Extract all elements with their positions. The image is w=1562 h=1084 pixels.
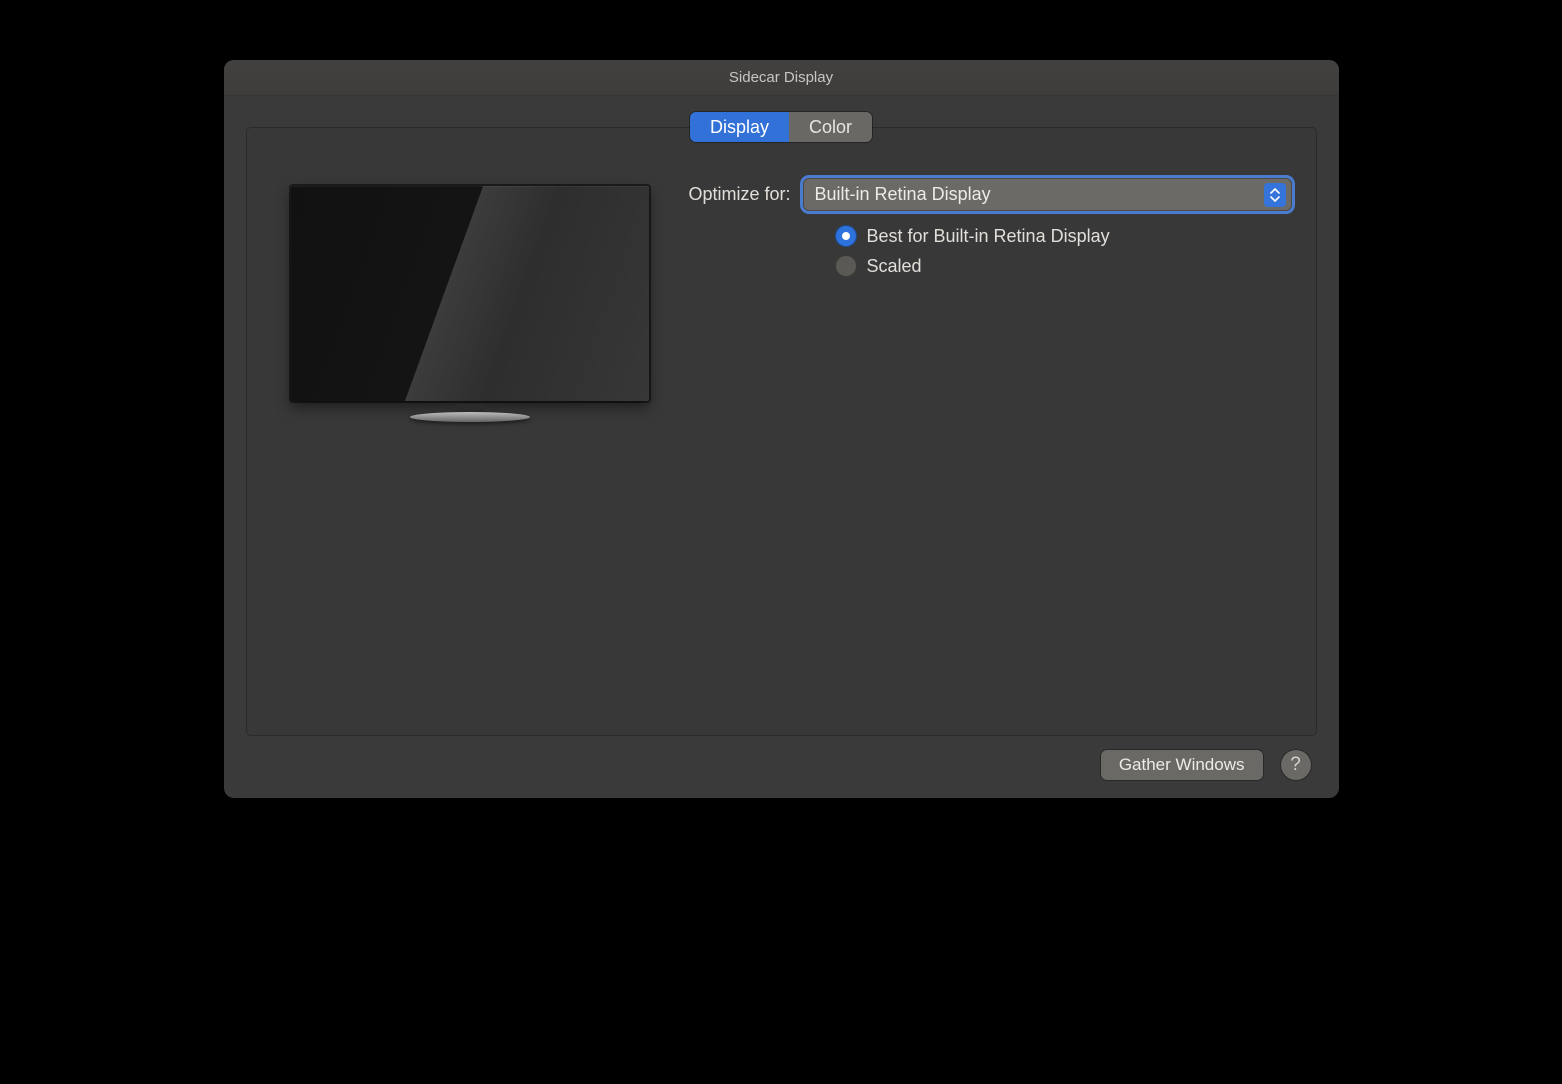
gather-windows-button[interactable]: Gather Windows xyxy=(1101,750,1263,780)
radio-indicator xyxy=(835,255,857,277)
optimize-for-value: Built-in Retina Display xyxy=(815,184,1264,205)
select-arrows-icon xyxy=(1264,183,1286,207)
window-title: Sidecar Display xyxy=(729,69,833,86)
content-area: Display Color Optimize for: Built-in Ret… xyxy=(224,96,1339,798)
help-icon: ? xyxy=(1290,754,1301,776)
radio-scaled[interactable]: Scaled xyxy=(835,255,1292,277)
footer: Gather Windows ? xyxy=(246,736,1317,780)
tab-color[interactable]: Color xyxy=(789,112,872,142)
settings-panel: Optimize for: Built-in Retina Display Be… xyxy=(246,127,1317,736)
resolution-radio-group: Best for Built-in Retina Display Scaled xyxy=(835,225,1292,277)
tab-display[interactable]: Display xyxy=(690,112,789,142)
optimize-for-select[interactable]: Built-in Retina Display xyxy=(803,178,1292,211)
radio-scaled-label: Scaled xyxy=(867,256,922,277)
titlebar: Sidecar Display xyxy=(224,60,1339,96)
tab-segmented-control: Display Color xyxy=(690,112,872,142)
gather-windows-label: Gather Windows xyxy=(1119,755,1245,775)
radio-indicator-selected xyxy=(835,225,857,247)
optimize-for-row: Optimize for: Built-in Retina Display xyxy=(689,178,1292,211)
display-preview-screen xyxy=(291,186,649,401)
tab-color-label: Color xyxy=(809,117,852,138)
display-preview-stand xyxy=(410,404,530,422)
help-button[interactable]: ? xyxy=(1281,750,1311,780)
settings-column: Optimize for: Built-in Retina Display Be… xyxy=(689,172,1292,277)
tab-display-label: Display xyxy=(710,117,769,138)
radio-best-for-display[interactable]: Best for Built-in Retina Display xyxy=(835,225,1292,247)
radio-best-label: Best for Built-in Retina Display xyxy=(867,226,1110,247)
display-preview xyxy=(291,186,649,418)
optimize-for-label: Optimize for: xyxy=(689,184,791,205)
preferences-window: Sidecar Display Display Color Optimize f… xyxy=(224,60,1339,798)
tabs-row: Display Color xyxy=(246,96,1317,142)
